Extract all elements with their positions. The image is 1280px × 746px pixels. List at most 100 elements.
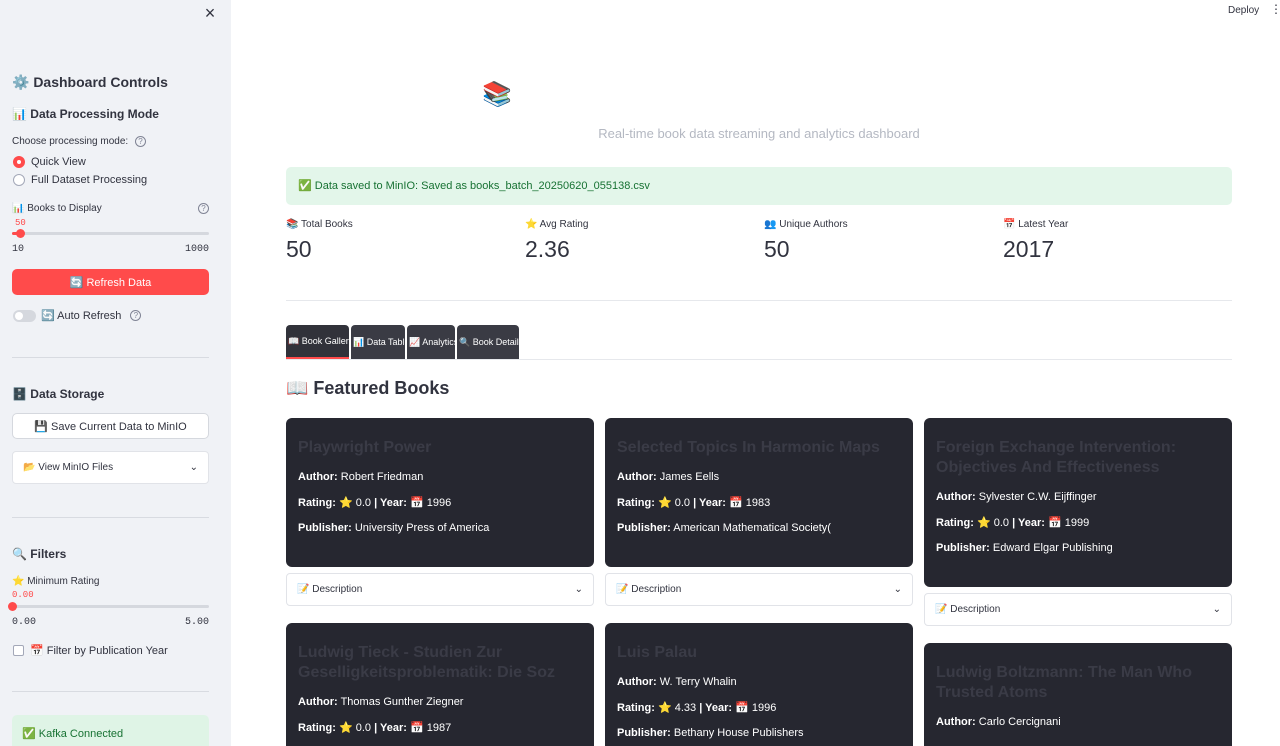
book-author-line: Author: Sylvester C.W. Eijffinger — [936, 491, 1220, 503]
filter-year-label: 📅 Filter by Publication Year — [30, 645, 168, 657]
help-icon[interactable]: ? — [130, 310, 142, 321]
kafka-status-alert: ✅ Kafka Connected — [12, 715, 209, 746]
auto-refresh-toggle-row[interactable]: 🔄 Auto Refresh ? — [13, 309, 142, 322]
author-label: Author: — [936, 491, 976, 503]
book-publisher: Edward Elgar Publishing — [992, 542, 1113, 554]
tab-data-table[interactable]: 📊 Data Table — [351, 325, 410, 359]
rating-label: Rating: — [936, 517, 974, 529]
processing-mode-label: Choose processing mode: ? — [12, 136, 146, 147]
description-label: 📝 Description — [616, 584, 682, 595]
books-slider[interactable] — [12, 229, 209, 238]
book-title: Ludwig Boltzmann: The Man Who Trusted At… — [936, 664, 1192, 701]
description-expander[interactable]: 📝 Description ⌄ — [286, 573, 594, 606]
chevron-down-icon[interactable]: ⌄ — [575, 584, 583, 595]
book-rating: ⭐ 0.0 — [338, 722, 371, 734]
help-icon[interactable]: ? — [134, 136, 146, 147]
metric-label: 👥 Unique Authors — [764, 219, 848, 230]
metric-total-books: 📚 Total Books 50 — [286, 219, 353, 263]
rating-label: Rating: — [298, 497, 336, 509]
metric-value: 50 — [286, 236, 312, 262]
radio-full-dataset[interactable]: Full Dataset Processing — [13, 174, 147, 186]
book-title: Foreign Exchange Intervention: Objective… — [936, 439, 1177, 476]
book-title: Luis Palau — [617, 644, 698, 661]
deploy-button[interactable]: Deploy — [1228, 5, 1259, 16]
book-author-line: Author: Carlo Cercignani — [936, 716, 1220, 728]
filter-year-checkbox-row[interactable]: 📅 Filter by Publication Year — [13, 644, 168, 657]
radio-full-dataset-label: Full Dataset Processing — [31, 174, 148, 186]
rating-slider-thumb[interactable] — [8, 602, 17, 611]
auto-refresh-label: 🔄 Auto Refresh — [41, 310, 122, 322]
book-rating-line: Rating: ⭐ 0.0 | Year: 📅 1996 — [298, 496, 582, 509]
view-minio-files-label: 📂 View MinIO Files — [23, 462, 114, 473]
radio-unselected-icon[interactable] — [13, 174, 25, 186]
tab-book-details[interactable]: 🔍 Book Details — [457, 325, 523, 359]
publisher-label: Publisher: — [936, 542, 990, 554]
description-expander[interactable]: 📝 Description ⌄ — [924, 593, 1232, 626]
book-author: Robert Friedman — [340, 471, 424, 483]
books-slider-thumb[interactable] — [15, 229, 25, 238]
main-divider — [286, 300, 1232, 301]
view-minio-files-expander[interactable]: 📂 View MinIO Files ⌄ — [12, 451, 209, 484]
book-year: 📅 1996 — [735, 702, 777, 714]
tab-book-gallery[interactable]: 📖 Book Gallery — [286, 325, 353, 359]
book-publisher: University Press of America — [354, 522, 490, 534]
tab-underline — [286, 359, 1232, 360]
save-to-minio-button[interactable]: 💾 Save Current Data to MinIO — [12, 413, 209, 439]
close-sidebar-icon[interactable]: × — [201, 4, 219, 22]
book-card: Foreign Exchange Intervention: Objective… — [924, 418, 1232, 587]
data-storage-heading: 🗄️ Data Storage — [12, 387, 105, 401]
metric-label: 📚 Total Books — [286, 219, 353, 230]
page-subtitle: Real-time book data streaming and analyt… — [598, 126, 920, 141]
tab-analytics[interactable]: 📈 Analytics — [407, 325, 458, 359]
book-title: Selected Topics In Harmonic Maps — [617, 439, 880, 456]
rating-label: Rating: — [617, 702, 655, 714]
app-root: { "sidebar": { "close_icon": "×", "dashb… — [0, 0, 1280, 746]
sidebar: × ⚙️ Dashboard Controls 📊 Data Processin… — [0, 0, 231, 746]
book-publisher-line: Publisher: Edward Elgar Publishing — [936, 542, 1220, 554]
year-label: | Year: — [374, 722, 407, 734]
metric-avg-rating: ⭐ Avg Rating 2.36 — [525, 219, 588, 263]
book-rating-line: Rating: ⭐ 0.0 | Year: 📅 1987 — [298, 721, 582, 734]
year-label: | Year: — [374, 497, 407, 509]
book-author: W. Terry Whalin — [659, 676, 737, 688]
metric-label: 📅 Latest Year — [1003, 219, 1069, 230]
author-label: Author: — [298, 696, 338, 708]
book-author: James Eells — [659, 471, 720, 483]
description-expander[interactable]: 📝 Description ⌄ — [605, 573, 913, 606]
refresh-data-button[interactable]: 🔄 Refresh Data — [12, 269, 209, 295]
rating-label: Rating: — [298, 722, 336, 734]
tab-bar: 📖 Book Gallery 📊 Data Table 📈 Analytics … — [286, 325, 523, 359]
rating-slider[interactable] — [8, 602, 209, 611]
books-to-display-label: 📊 Books to Display ? — [12, 203, 209, 214]
auto-refresh-toggle[interactable] — [13, 309, 36, 322]
book-card: Selected Topics In Harmonic Maps Author:… — [605, 418, 913, 567]
book-author-line: Author: Thomas Gunther Ziegner — [298, 696, 582, 708]
author-label: Author: — [936, 716, 976, 728]
chevron-down-icon[interactable]: ⌄ — [894, 584, 902, 595]
radio-quick-view[interactable]: Quick View — [13, 156, 86, 168]
radio-selected-icon[interactable] — [13, 156, 25, 168]
sidebar-divider — [12, 691, 209, 692]
books-slider-min: 10 — [12, 244, 25, 255]
chevron-down-icon[interactable]: ⌄ — [1213, 604, 1221, 615]
minimum-rating-label: ⭐ Minimum Rating — [12, 576, 100, 587]
sidebar-divider — [12, 517, 209, 518]
book-author-line: Author: James Eells — [617, 471, 901, 483]
dashboard-controls-heading: ⚙️ Dashboard Controls — [12, 74, 168, 90]
metric-value: 2.36 — [525, 236, 570, 262]
author-label: Author: — [617, 676, 657, 688]
book-rating-line: Rating: ⭐ 4.33 | Year: 📅 1996 — [617, 701, 901, 714]
chevron-down-icon[interactable]: ⌄ — [190, 462, 198, 473]
book-year: 📅 1996 — [409, 497, 452, 509]
year-label: | Year: — [693, 497, 726, 509]
book-publisher: American Mathematical Society( — [673, 522, 831, 534]
metric-value: 50 — [764, 236, 790, 262]
filter-year-checkbox[interactable] — [13, 645, 24, 656]
book-author: Carlo Cercignani — [978, 716, 1061, 728]
books-to-display-text: 📊 Books to Display — [12, 203, 102, 214]
book-card: Playwright Power Author: Robert Friedman… — [286, 418, 594, 567]
help-icon[interactable]: ? — [198, 203, 209, 214]
book-year: 📅 1999 — [1047, 517, 1090, 529]
book-card: Ludwig Boltzmann: The Man Who Trusted At… — [924, 643, 1232, 746]
main-menu-icon[interactable]: ⋮ — [1270, 3, 1280, 15]
